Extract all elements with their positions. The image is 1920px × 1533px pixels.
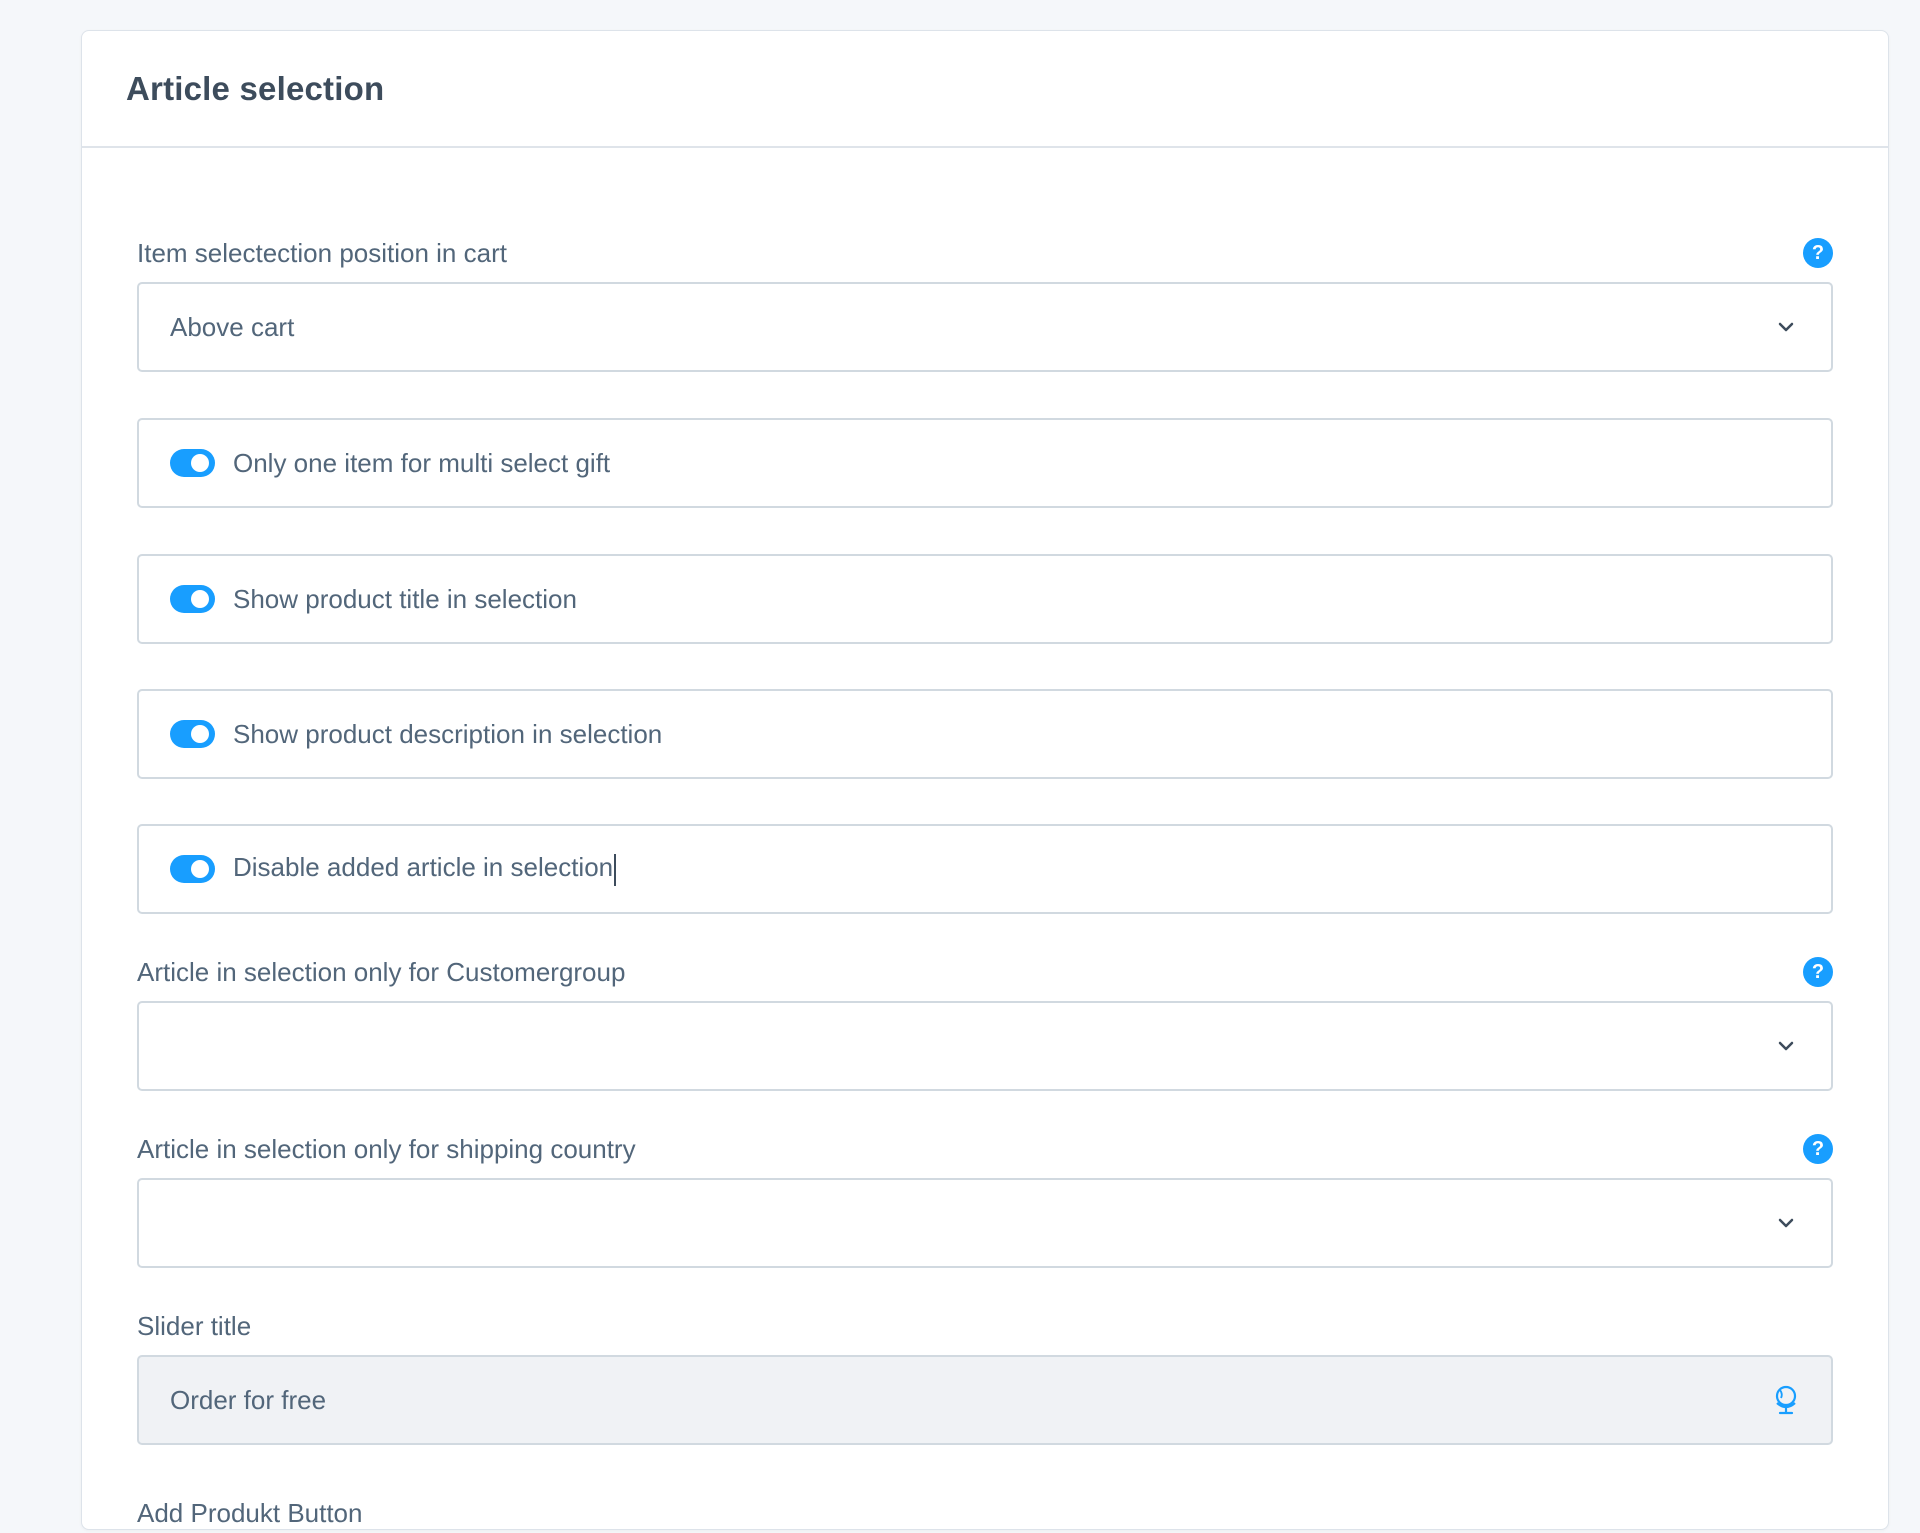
chevron-down-icon[interactable]	[1741, 284, 1831, 370]
toggle-switch[interactable]	[170, 720, 215, 748]
chevron-down-icon[interactable]	[1741, 1003, 1831, 1089]
country-label-row: Article in selection only for shipping c…	[137, 1129, 1833, 1169]
add-button-label: Add Produkt Button	[137, 1497, 363, 1528]
country-label: Article in selection only for shipping c…	[137, 1133, 636, 1164]
chevron-down-icon[interactable]	[1741, 1180, 1831, 1266]
switch-row-one-item: Only one item for multi select gift	[137, 418, 1833, 508]
help-icon[interactable]: ?	[1803, 957, 1833, 987]
toggle-switch[interactable]	[170, 585, 215, 613]
slider-title-label: Slider title	[137, 1310, 252, 1341]
add-button-label-row: Add Produkt Button	[137, 1493, 1833, 1533]
customergroup-label: Article in selection only for Customergr…	[137, 956, 626, 987]
help-icon[interactable]: ?	[1803, 238, 1833, 268]
switch-label: Disable added article in selection	[233, 852, 617, 886]
switch-row-disable-added: Disable added article in selection	[137, 824, 1833, 914]
switch-label: Show product title in selection	[233, 583, 577, 614]
customergroup-label-row: Article in selection only for Customergr…	[137, 952, 1833, 992]
help-icon[interactable]: ?	[1803, 1134, 1833, 1164]
position-label-row: Item selectection position in cart ?	[137, 233, 1833, 273]
slider-title-input[interactable]: Order for free	[137, 1355, 1833, 1445]
card-header: Article selection	[82, 31, 1888, 148]
switch-label: Only one item for multi select gift	[233, 447, 611, 478]
slider-title-value: Order for free	[170, 1384, 327, 1415]
customergroup-select[interactable]	[137, 1001, 1833, 1091]
switch-label: Show product description in selection	[233, 718, 663, 749]
toggle-switch[interactable]	[170, 855, 215, 883]
country-select[interactable]	[137, 1178, 1833, 1268]
text-cursor	[614, 853, 617, 886]
card-title: Article selection	[126, 69, 385, 107]
slider-title-label-row: Slider title	[137, 1306, 1833, 1346]
globe-icon[interactable]	[1741, 1357, 1831, 1443]
switch-row-show-title: Show product title in selection	[137, 554, 1833, 644]
position-select-value: Above cart	[170, 311, 295, 342]
position-select[interactable]: Above cart	[137, 282, 1833, 372]
article-selection-card: Article selection Item selectection posi…	[81, 30, 1889, 1530]
switch-row-show-description: Show product description in selection	[137, 689, 1833, 779]
toggle-switch[interactable]	[170, 449, 215, 477]
position-label: Item selectection position in cart	[137, 237, 507, 268]
